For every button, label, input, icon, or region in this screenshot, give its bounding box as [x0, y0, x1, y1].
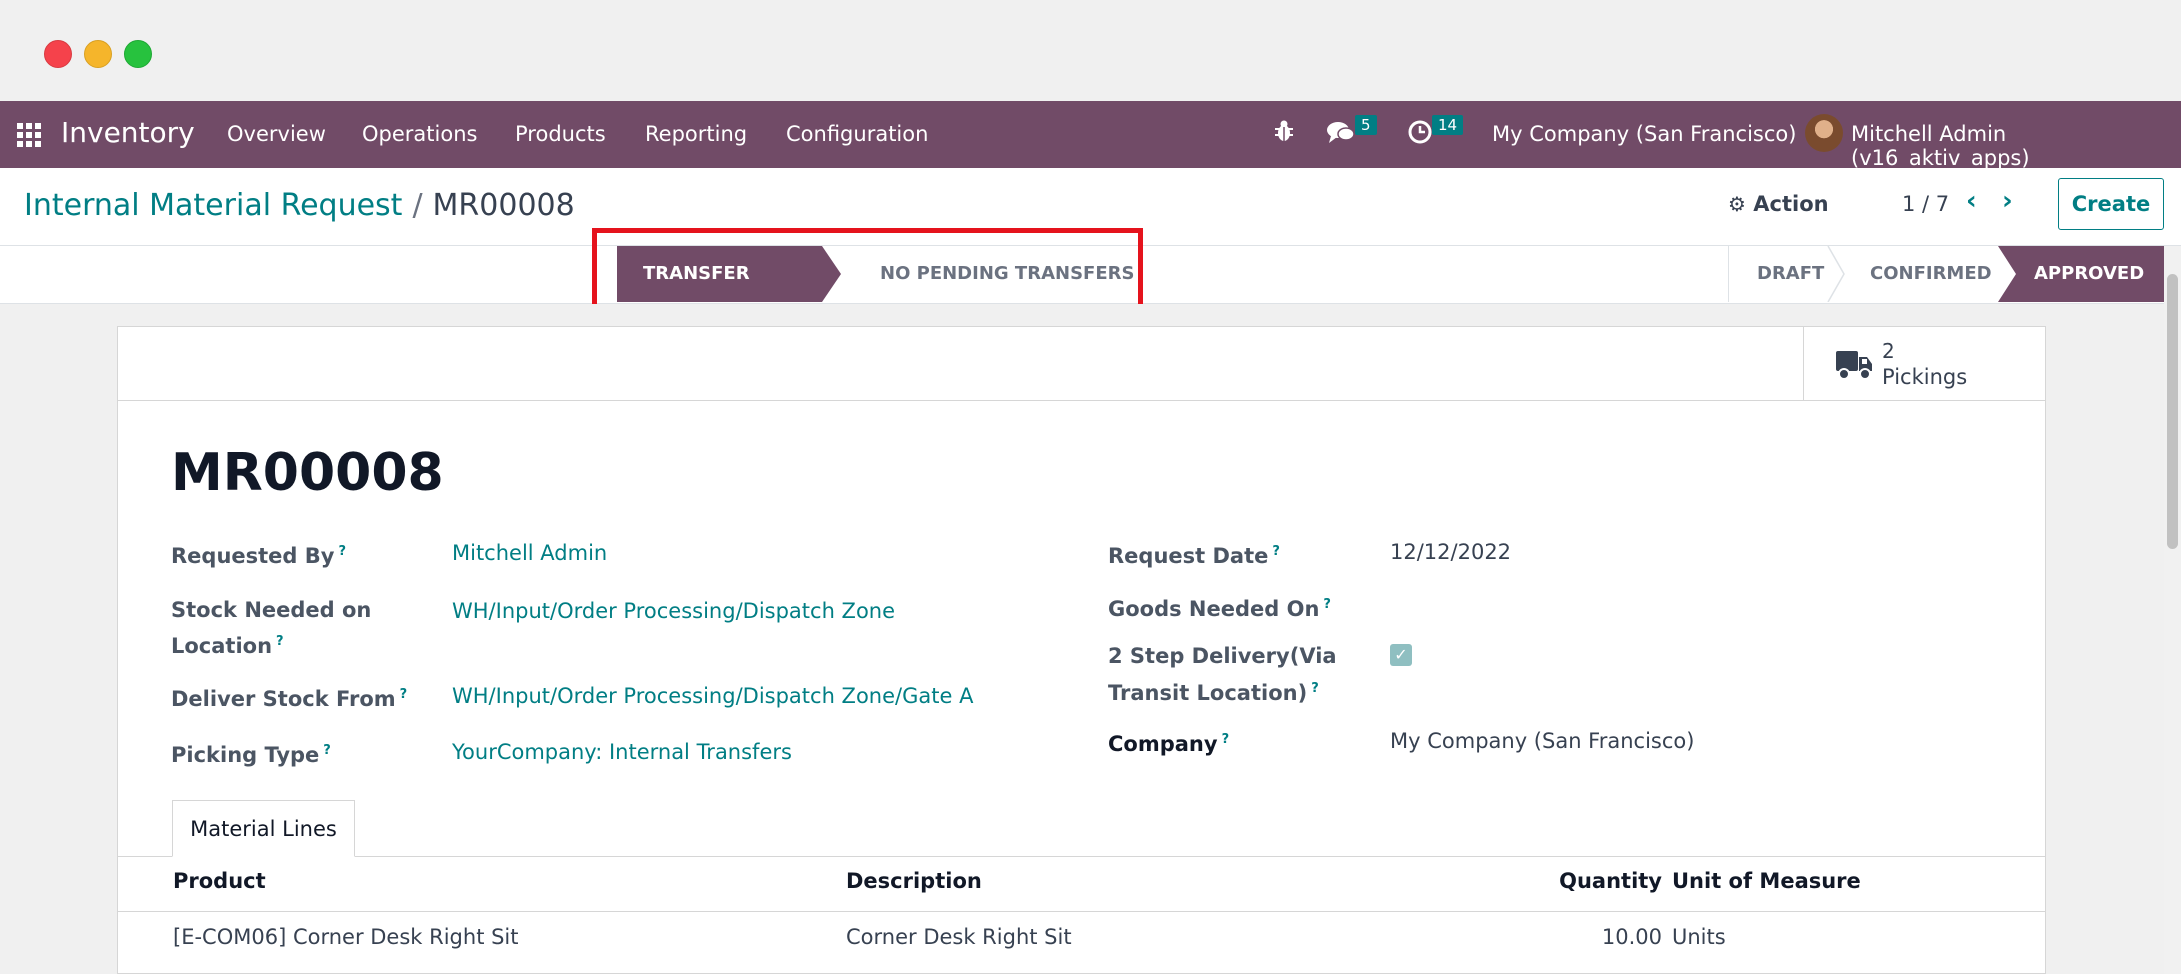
breadcrumb-parent-link[interactable]: Internal Material Request: [24, 188, 402, 223]
requested-by-label: Requested By?: [171, 536, 346, 572]
table-header-divider: [118, 911, 2045, 912]
user-avatar[interactable]: [1805, 114, 1843, 152]
breadcrumb-separator: /: [412, 188, 423, 223]
apps-menu-icon[interactable]: [17, 123, 41, 147]
action-label: Action: [1753, 192, 1829, 216]
two-step-delivery-checkbox[interactable]: ✓: [1390, 644, 1412, 666]
column-header-uom[interactable]: Unit of Measure: [1672, 869, 1861, 893]
stock-needed-value[interactable]: WH/Input/Order Processing/Dispatch Zone: [452, 595, 895, 627]
help-tooltip-icon[interactable]: ?: [400, 687, 408, 702]
table-row-description[interactable]: Corner Desk Right Sit: [846, 925, 1072, 949]
picking-type-label-text: Picking Type: [171, 743, 320, 767]
create-button[interactable]: Create: [2058, 178, 2164, 230]
request-date-label-text: Request Date: [1108, 544, 1269, 568]
requested-by-value[interactable]: Mitchell Admin: [452, 537, 607, 569]
help-tooltip-icon[interactable]: ?: [323, 743, 331, 758]
help-tooltip-icon[interactable]: ?: [1272, 544, 1280, 559]
help-tooltip-icon[interactable]: ?: [338, 544, 346, 559]
two-step-delivery-label-line2-text: Transit Location): [1108, 681, 1308, 705]
table-row-product[interactable]: [E-COM06] Corner Desk Right Sit: [173, 925, 519, 949]
tab-material-lines[interactable]: Material Lines: [172, 800, 355, 857]
company-label: Company?: [1108, 724, 1229, 760]
stage-confirmed[interactable]: CONFIRMED: [1836, 246, 2000, 302]
messages-icon[interactable]: [1326, 119, 1356, 152]
pager-value[interactable]: 1 / 7: [1902, 192, 1949, 216]
tab-divider: [118, 856, 2045, 857]
stock-needed-label-line2: Location?: [171, 626, 284, 662]
deliver-from-value[interactable]: WH/Input/Order Processing/Dispatch Zone/…: [452, 680, 973, 712]
smart-button-box: 2 Pickings: [118, 327, 2045, 401]
breadcrumb: Internal Material Request / MR00008: [24, 188, 575, 223]
two-step-delivery-label-line2: Transit Location)?: [1108, 673, 1319, 709]
record-title: MR00008: [171, 443, 444, 503]
chevron-left-icon[interactable]: ‹: [1966, 186, 1977, 216]
two-step-delivery-label: 2 Step Delivery(Via: [1108, 644, 1337, 668]
window-close-button[interactable]: [44, 40, 72, 68]
stock-needed-label-line2-text: Location: [171, 634, 273, 658]
gear-icon: ⚙: [1728, 192, 1746, 216]
goods-needed-label-text: Goods Needed On: [1108, 597, 1320, 621]
picking-type-value[interactable]: YourCompany: Internal Transfers: [452, 736, 792, 768]
menu-overview[interactable]: Overview: [227, 122, 326, 146]
goods-needed-label: Goods Needed On?: [1108, 589, 1331, 625]
page-scrollbar[interactable]: [2164, 246, 2181, 974]
user-menu[interactable]: Mitchell Admin (v16_aktiv_apps): [1851, 122, 2181, 170]
requested-by-label-text: Requested By: [171, 544, 335, 568]
window-maximize-button[interactable]: [124, 40, 152, 68]
pickings-label: Pickings: [1882, 365, 1968, 389]
chevron-right-icon[interactable]: ›: [2002, 186, 2013, 216]
company-value[interactable]: My Company (San Francisco): [1390, 725, 1694, 757]
scrollbar-thumb[interactable]: [2167, 274, 2178, 549]
help-tooltip-icon[interactable]: ?: [276, 634, 284, 649]
picking-type-label: Picking Type?: [171, 735, 331, 771]
messages-count-badge: 5: [1355, 115, 1377, 135]
menu-reporting[interactable]: Reporting: [645, 122, 747, 146]
company-switcher[interactable]: My Company (San Francisco): [1492, 122, 1796, 146]
window-titlebar: [0, 0, 2181, 101]
column-header-product[interactable]: Product: [173, 869, 266, 893]
stage-approved[interactable]: APPROVED: [1998, 246, 2164, 302]
request-date-value[interactable]: 12/12/2022: [1390, 536, 1511, 568]
request-date-label: Request Date?: [1108, 536, 1280, 572]
bug-icon[interactable]: [1273, 119, 1295, 149]
help-tooltip-icon[interactable]: ?: [1311, 681, 1319, 696]
truck-icon: [1836, 351, 1872, 380]
help-tooltip-icon[interactable]: ?: [1222, 732, 1230, 747]
column-header-quantity[interactable]: Quantity: [1452, 869, 1662, 893]
menu-products[interactable]: Products: [515, 122, 606, 146]
window-minimize-button[interactable]: [84, 40, 112, 68]
help-tooltip-icon[interactable]: ?: [1323, 597, 1331, 612]
menu-configuration[interactable]: Configuration: [786, 122, 928, 146]
column-header-description[interactable]: Description: [846, 869, 982, 893]
table-row-quantity[interactable]: 10.00: [1452, 925, 1662, 949]
company-label-text: Company: [1108, 732, 1218, 756]
stock-needed-label: Stock Needed on: [171, 598, 372, 622]
pickings-smart-button[interactable]: 2 Pickings: [1803, 327, 2045, 401]
action-menu-button[interactable]: ⚙ Action: [1728, 192, 1829, 216]
menu-operations[interactable]: Operations: [362, 122, 477, 146]
deliver-from-label-text: Deliver Stock From: [171, 687, 396, 711]
breadcrumb-current: MR00008: [432, 188, 575, 223]
deliver-from-label: Deliver Stock From?: [171, 679, 407, 715]
pickings-count: 2: [1882, 339, 1895, 363]
app-name[interactable]: Inventory: [61, 116, 195, 149]
activity-clock-icon[interactable]: [1407, 119, 1433, 152]
top-navbar: Inventory Overview Operations Products R…: [0, 101, 2181, 170]
stage-draft[interactable]: DRAFT: [1728, 246, 1836, 302]
table-row-uom[interactable]: Units: [1672, 925, 1726, 949]
form-sheet: 2 Pickings MR00008 Requested By? Mitchel…: [117, 326, 2046, 974]
activities-count-badge: 14: [1432, 115, 1464, 135]
